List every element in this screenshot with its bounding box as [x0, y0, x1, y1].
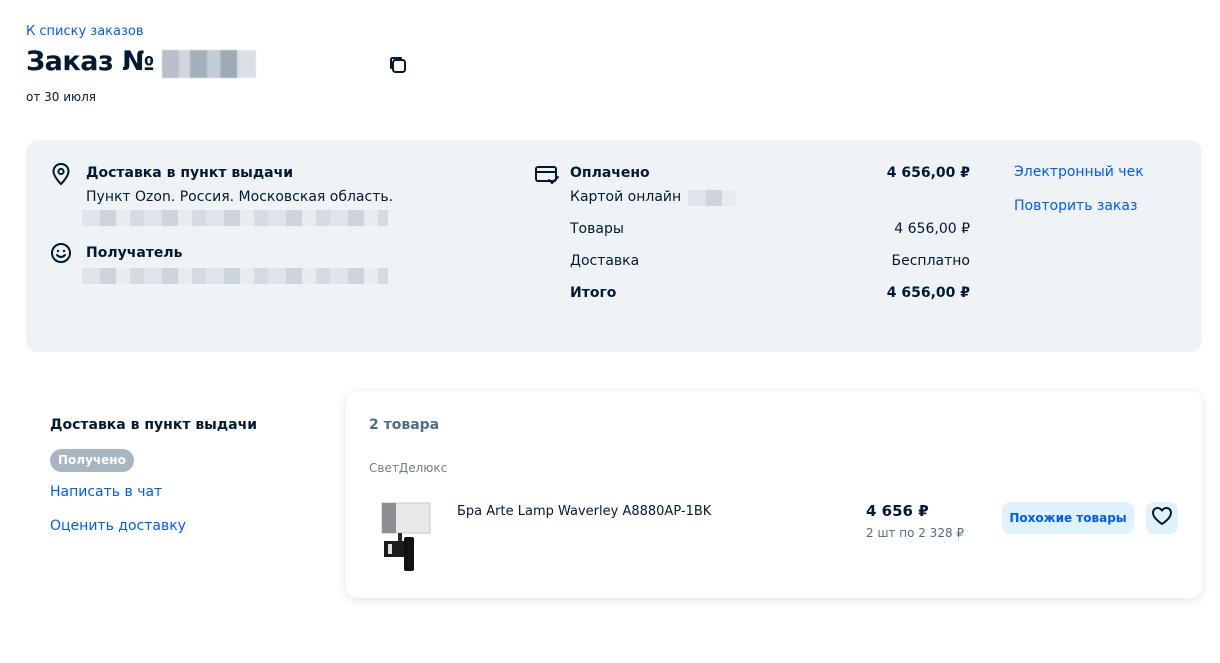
- items-card: 2 товара СветДелюкс Бра Arte Lamp Waverl…: [346, 391, 1202, 598]
- items-count: 2 товара: [369, 417, 440, 433]
- order-number-redacted: [162, 49, 257, 78]
- paid-amount: 4 656,00 ₽: [886, 165, 970, 181]
- goods-value: 4 656,00 ₽: [894, 221, 970, 237]
- rate-delivery-link[interactable]: Оценить доставку: [50, 518, 186, 534]
- product-image[interactable]: [374, 497, 436, 577]
- total-label: Итого: [570, 285, 617, 301]
- card-check-icon: [534, 164, 560, 186]
- heart-icon: [1151, 506, 1173, 530]
- product-price: 4 656 ₽: [866, 502, 929, 520]
- goods-label: Товары: [570, 221, 624, 237]
- electronic-receipt-link[interactable]: Электронный чек: [1014, 164, 1144, 180]
- product-qty-price: 2 шт по 2 328 ₽: [866, 526, 965, 540]
- delivery-cost-value: Бесплатно: [891, 253, 970, 269]
- order-info-panel: Доставка в пункт выдачи Пункт Ozon. Росс…: [26, 140, 1202, 352]
- card-number-redacted: [688, 190, 736, 206]
- copy-icon[interactable]: [387, 54, 409, 76]
- status-badge: Получено: [50, 449, 134, 472]
- chat-link[interactable]: Написать в чат: [50, 484, 162, 500]
- shipment-title: Доставка в пункт выдачи: [50, 417, 258, 433]
- recipient-redacted: [82, 268, 388, 284]
- smile-icon: [50, 242, 72, 264]
- delivery-address: Пункт Ozon. Россия. Московская область.: [86, 189, 394, 205]
- back-to-orders-link[interactable]: К списку заказов: [26, 24, 144, 39]
- product-name-link[interactable]: Бра Arte Lamp Waverley A8880AP-1BK: [457, 504, 711, 519]
- delivery-cost-label: Доставка: [570, 253, 640, 269]
- favorite-button[interactable]: [1146, 502, 1178, 534]
- order-date: от 30 июля: [26, 90, 97, 104]
- location-pin-icon: [50, 162, 72, 186]
- payment-method: Картой онлайн: [570, 189, 682, 205]
- similar-items-button[interactable]: Похожие товары: [1002, 502, 1134, 534]
- page-title: Заказ №: [26, 46, 155, 77]
- delivery-title: Доставка в пункт выдачи: [86, 165, 294, 181]
- recipient-title: Получатель: [86, 245, 183, 261]
- address-redacted: [82, 210, 388, 226]
- order-title-row: Заказ №: [26, 46, 257, 78]
- total-value: 4 656,00 ₽: [886, 285, 970, 301]
- payment-status: Оплачено: [570, 165, 650, 181]
- seller-name[interactable]: СветДелюкс: [369, 461, 447, 475]
- repeat-order-link[interactable]: Повторить заказ: [1014, 198, 1137, 214]
